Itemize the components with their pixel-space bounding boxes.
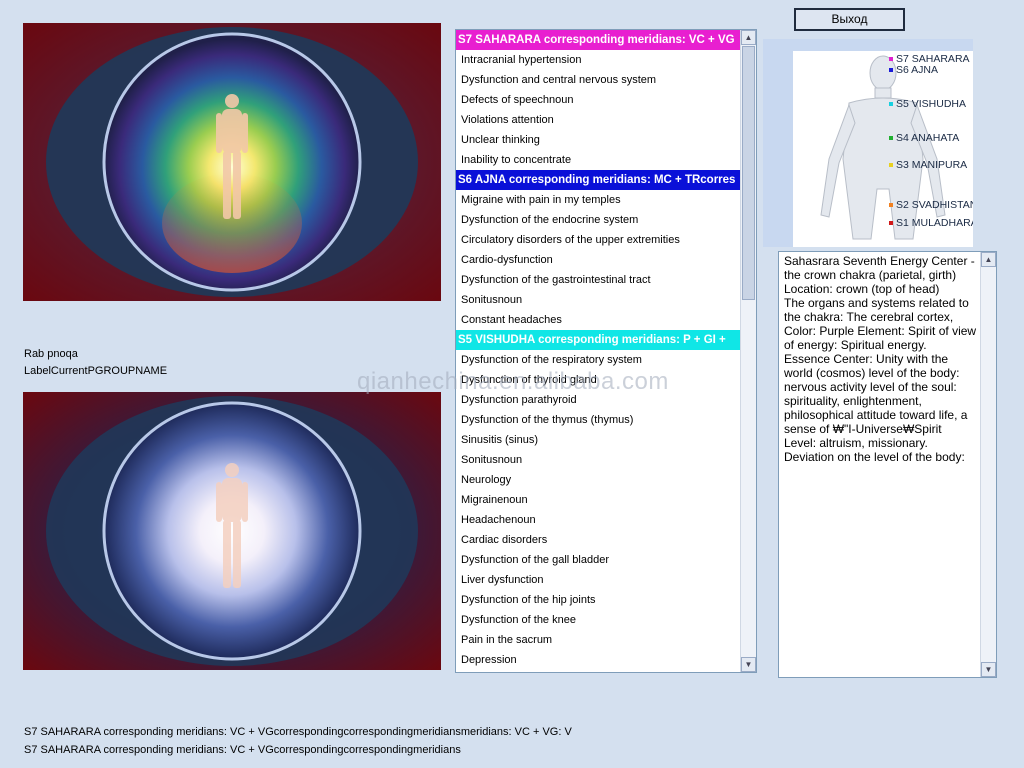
scroll-down-arrow-icon[interactable]: ▼: [741, 657, 756, 672]
status-line-2: S7 SAHARARA corresponding meridians: VC …: [24, 744, 461, 756]
chakra-color-icon: [889, 68, 893, 73]
chakra-color-icon: [889, 57, 893, 62]
list-item[interactable]: Dysfunction of the knee: [456, 610, 740, 630]
list-item[interactable]: Dysfunction of the endocrine system: [456, 210, 740, 230]
chakra-checkbox-label: S4 ANAHATA: [896, 132, 960, 144]
chakra-checkbox-label: S2 SVADHISTAN: [896, 199, 973, 211]
watermark: qianhechina.en.alibaba.com: [357, 368, 669, 395]
list-item[interactable]: Migraine with pain in my temples: [456, 190, 740, 210]
scroll-down-arrow-icon[interactable]: ▼: [981, 662, 996, 677]
list-item[interactable]: Dysfunction and central nervous system: [456, 70, 740, 90]
chakra-checkbox[interactable]: S4 ANAHATA: [889, 132, 959, 144]
list-item[interactable]: Unclear thinking: [456, 130, 740, 150]
description-text: Sahasrara Seventh Energy Center - the cr…: [784, 254, 977, 464]
list-item[interactable]: Dysfunction of the gastrointestinal trac…: [456, 270, 740, 290]
list-item[interactable]: Dysfunction of the hip joints: [456, 590, 740, 610]
chakra-checkbox-label: S1 MULADHARA: [896, 217, 973, 229]
list-group-header[interactable]: S7 SAHARARA corresponding meridians: VC …: [456, 30, 740, 50]
scroll-thumb[interactable]: [742, 46, 755, 300]
list-item[interactable]: Neurology: [456, 470, 740, 490]
chakra-checkbox[interactable]: S2 SVADHISTAN: [889, 199, 973, 211]
list-item[interactable]: Inability to concentrate: [456, 150, 740, 170]
description-panel[interactable]: Sahasrara Seventh Energy Center - the cr…: [778, 251, 997, 678]
group-name-label: Rab pnoqa: [24, 348, 78, 360]
list-item[interactable]: Constant headaches: [456, 310, 740, 330]
list-item[interactable]: Dysfunction of the thymus (thymus): [456, 410, 740, 430]
chakra-checkbox-label: S6 AJNA: [896, 64, 939, 76]
list-item[interactable]: Headachenoun: [456, 510, 740, 530]
chakra-color-icon: [889, 203, 893, 208]
scroll-up-arrow-icon[interactable]: ▲: [981, 252, 996, 267]
chakra-color-icon: [889, 136, 893, 141]
list-item[interactable]: Cardiac disorders: [456, 530, 740, 550]
list-item[interactable]: Depression: [456, 650, 740, 670]
chakra-color-icon: [889, 163, 893, 168]
list-item[interactable]: Sinusitis (sinus): [456, 430, 740, 450]
aura-image-bottom: [23, 392, 441, 670]
aura-image-top: [23, 23, 441, 301]
symptom-list[interactable]: S7 SAHARARA corresponding meridians: VC …: [455, 29, 757, 673]
chakra-body-map: S7 SAHARARA S6 AJNA S5 VISHUDHA S4 ANAHATA S…: [763, 39, 973, 247]
list-item[interactable]: Violations attention: [456, 110, 740, 130]
chakra-checkbox[interactable]: S3 MANIPURA: [889, 159, 967, 171]
chakra-checkbox[interactable]: S6 AJNA: [889, 64, 938, 76]
chakra-checkbox-label: S3 MANIPURA: [896, 159, 968, 171]
list-item[interactable]: Cardio-dysfunction: [456, 250, 740, 270]
status-line-1: S7 SAHARARA corresponding meridians: VC …: [24, 726, 572, 738]
list-item[interactable]: Dysfunction of the respiratory system: [456, 350, 740, 370]
chakra-checkbox[interactable]: S5 VISHUDHA: [889, 98, 966, 110]
list-item[interactable]: Defects of speechnoun: [456, 90, 740, 110]
list-item[interactable]: Circulatory disorders of the upper extre…: [456, 230, 740, 250]
symptom-list-scrollbar[interactable]: ▲ ▼: [740, 30, 756, 672]
list-item[interactable]: Sonitusnoun: [456, 450, 740, 470]
current-group-label: LabelCurrentPGROUPNAME: [24, 365, 168, 377]
chakra-checkbox[interactable]: S1 MULADHARA: [889, 217, 973, 229]
symptom-list-rows: S7 SAHARARA corresponding meridians: VC …: [456, 30, 740, 670]
list-item[interactable]: Dysfunction of the gall bladder: [456, 550, 740, 570]
list-item[interactable]: Migrainenoun: [456, 490, 740, 510]
list-group-header[interactable]: S6 AJNA corresponding meridians: MC + TR…: [456, 170, 740, 190]
list-item[interactable]: Liver dysfunction: [456, 570, 740, 590]
list-item[interactable]: Sonitusnoun: [456, 290, 740, 310]
aura-figure-colorful: [23, 23, 441, 301]
list-item[interactable]: Intracranial hypertension: [456, 50, 740, 70]
exit-button[interactable]: Выход: [794, 8, 905, 31]
chakra-checkbox-label: S5 VISHUDHA: [896, 98, 967, 110]
list-group-header[interactable]: S5 VISHUDHA corresponding meridians: P +…: [456, 330, 740, 350]
scroll-up-arrow-icon[interactable]: ▲: [741, 30, 756, 45]
description-scrollbar[interactable]: ▲ ▼: [980, 252, 996, 677]
list-item[interactable]: Pain in the sacrum: [456, 630, 740, 650]
chakra-color-icon: [889, 221, 893, 226]
aura-figure-white: [23, 392, 441, 670]
chakra-color-icon: [889, 102, 893, 107]
